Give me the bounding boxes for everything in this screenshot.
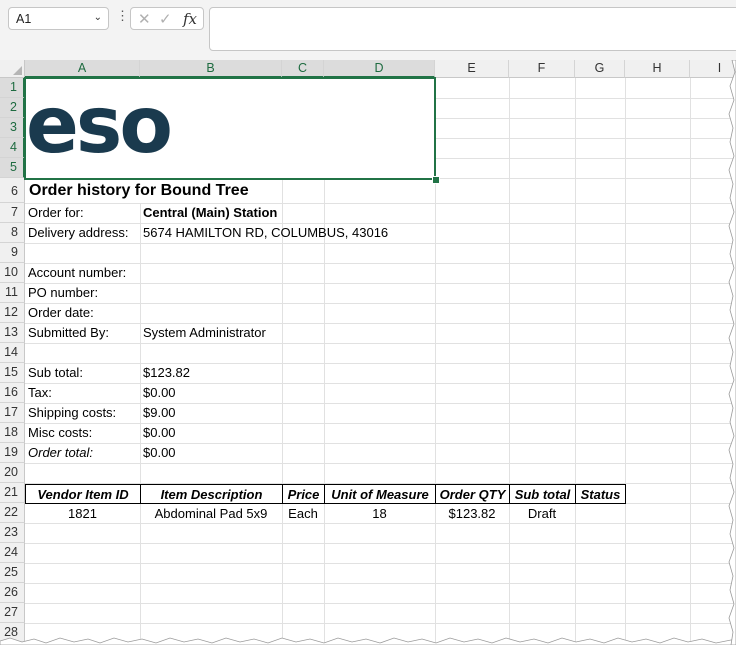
more-options-icon[interactable]: ⋮: [116, 9, 129, 23]
row-header-6[interactable]: 6: [0, 178, 25, 203]
row-header-20[interactable]: 20: [0, 463, 25, 483]
table-cell-vendor-item-id[interactable]: 1821: [25, 504, 140, 524]
row-header-11[interactable]: 11: [0, 283, 25, 303]
row-header-19[interactable]: 19: [0, 443, 25, 463]
name-box[interactable]: A1 ⌄: [8, 7, 109, 30]
row-header-5[interactable]: 5: [0, 158, 25, 178]
order-for-label[interactable]: Order for:: [25, 203, 84, 223]
table-header-vendor-item-id[interactable]: Vendor Item ID: [25, 484, 141, 504]
row-header-16[interactable]: 16: [0, 383, 25, 403]
formula-input[interactable]: [209, 7, 736, 51]
row-header-22[interactable]: 22: [0, 503, 25, 523]
row-header-1[interactable]: 1: [0, 78, 25, 98]
column-header-h[interactable]: H: [625, 60, 690, 78]
row-header-15[interactable]: 15: [0, 363, 25, 383]
tax-value[interactable]: $0.00: [140, 383, 176, 403]
row-header-26[interactable]: 26: [0, 583, 25, 603]
column-header-b[interactable]: B: [140, 60, 282, 78]
row-header-24[interactable]: 24: [0, 543, 25, 563]
table-header-item-description[interactable]: Item Description: [140, 484, 283, 504]
table-header-sub-total[interactable]: Sub total: [509, 484, 576, 504]
column-header-d[interactable]: D: [324, 60, 435, 78]
row-header-18[interactable]: 18: [0, 423, 25, 443]
table-header-order-qty[interactable]: Order QTY: [435, 484, 510, 504]
row-header-4[interactable]: 4: [0, 138, 25, 158]
spreadsheet-grid[interactable]: A B C D E F G H I 1 2 3 4 5 6 7 8 9 10 1…: [0, 60, 736, 645]
formula-buttons: ✕ ✓ fx: [130, 7, 204, 30]
table-header-price[interactable]: Price: [282, 484, 325, 504]
delivery-value[interactable]: 5674 HAMILTON RD, COLUMBUS, 43016: [140, 223, 388, 243]
delivery-label[interactable]: Delivery address:: [25, 223, 128, 243]
total-value[interactable]: $0.00: [140, 443, 176, 463]
column-header-g[interactable]: G: [575, 60, 625, 78]
misc-value[interactable]: $0.00: [140, 423, 176, 443]
row-header-13[interactable]: 13: [0, 323, 25, 343]
table-cell-order-qty[interactable]: $123.82: [435, 504, 509, 524]
row-header-14[interactable]: 14: [0, 343, 25, 363]
table-header-unit-of-measure[interactable]: Unit of Measure: [324, 484, 436, 504]
table-cell-item-description[interactable]: Abdominal Pad 5x9: [140, 504, 282, 524]
torn-edge-right: [728, 60, 736, 645]
shipping-label[interactable]: Shipping costs:: [25, 403, 116, 423]
tax-label[interactable]: Tax:: [25, 383, 52, 403]
row-header-10[interactable]: 10: [0, 263, 25, 283]
column-header-e[interactable]: E: [435, 60, 509, 78]
misc-label[interactable]: Misc costs:: [25, 423, 92, 443]
order-date-label[interactable]: Order date:: [25, 303, 94, 323]
subtotal-value[interactable]: $123.82: [140, 363, 190, 383]
table-cell-status[interactable]: [575, 504, 625, 524]
table-cell-unit-of-measure[interactable]: 18: [324, 504, 435, 524]
row-header-25[interactable]: 25: [0, 563, 25, 583]
shipping-value[interactable]: $9.00: [140, 403, 176, 423]
row-header-23[interactable]: 23: [0, 523, 25, 543]
check-icon[interactable]: ✓: [159, 10, 172, 28]
order-for-value[interactable]: Central (Main) Station: [140, 203, 277, 223]
row-header-12[interactable]: 12: [0, 303, 25, 323]
table-header-status[interactable]: Status: [575, 484, 626, 504]
po-label[interactable]: PO number:: [25, 283, 98, 303]
column-header-a[interactable]: A: [25, 60, 140, 78]
selected-range: [24, 77, 436, 180]
row-header-17[interactable]: 17: [0, 403, 25, 423]
formula-bar: A1 ⌄ ⋮ ✕ ✓ fx: [0, 0, 736, 60]
account-label[interactable]: Account number:: [25, 263, 126, 283]
total-label[interactable]: Order total:: [25, 443, 93, 463]
row-header-27[interactable]: 27: [0, 603, 25, 623]
row-header-9[interactable]: 9: [0, 243, 25, 263]
submitted-value[interactable]: System Administrator: [140, 323, 266, 343]
chevron-down-icon[interactable]: ⌄: [94, 12, 102, 23]
insert-function-icon[interactable]: fx: [183, 10, 197, 28]
subtotal-label[interactable]: Sub total:: [25, 363, 83, 383]
row-header-2[interactable]: 2: [0, 98, 25, 118]
table-cell-price[interactable]: Each: [282, 504, 324, 524]
row-header-7[interactable]: 7: [0, 203, 25, 223]
row-header-3[interactable]: 3: [0, 118, 25, 138]
submitted-label[interactable]: Submitted By:: [25, 323, 109, 343]
select-all-button[interactable]: [0, 60, 25, 78]
torn-edge-bottom: [0, 637, 736, 645]
cancel-icon[interactable]: ✕: [138, 10, 151, 28]
row-header-8[interactable]: 8: [0, 223, 25, 243]
fill-handle[interactable]: [432, 176, 440, 184]
row-header-21[interactable]: 21: [0, 483, 25, 503]
name-box-value: A1: [16, 12, 32, 26]
column-header-f[interactable]: F: [509, 60, 575, 78]
table-cell-sub-total[interactable]: Draft: [509, 504, 575, 524]
sheet-title[interactable]: Order history for Bound Tree: [26, 181, 249, 201]
column-header-c[interactable]: C: [282, 60, 324, 78]
